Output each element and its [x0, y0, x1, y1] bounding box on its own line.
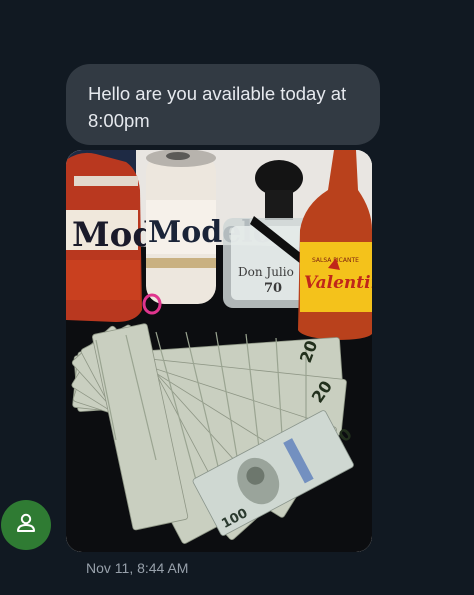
- tequila-brand-label: Don Julio: [238, 265, 294, 279]
- message-bubble[interactable]: Hello are you available today at 8:00pm: [66, 64, 380, 145]
- tequila-number-label: 70: [264, 281, 282, 296]
- message-photo[interactable]: Modelo Modelo Don Julio 70 SALSA PICANTE…: [66, 150, 372, 552]
- message-text: Hello are you available today at 8:00pm: [88, 83, 347, 131]
- contact-avatar[interactable]: [1, 500, 51, 550]
- hot-sauce-brand-label: Valentina: [304, 273, 372, 293]
- message-timestamp: Nov 11, 8:44 AM: [86, 560, 189, 576]
- person-icon: [14, 511, 38, 540]
